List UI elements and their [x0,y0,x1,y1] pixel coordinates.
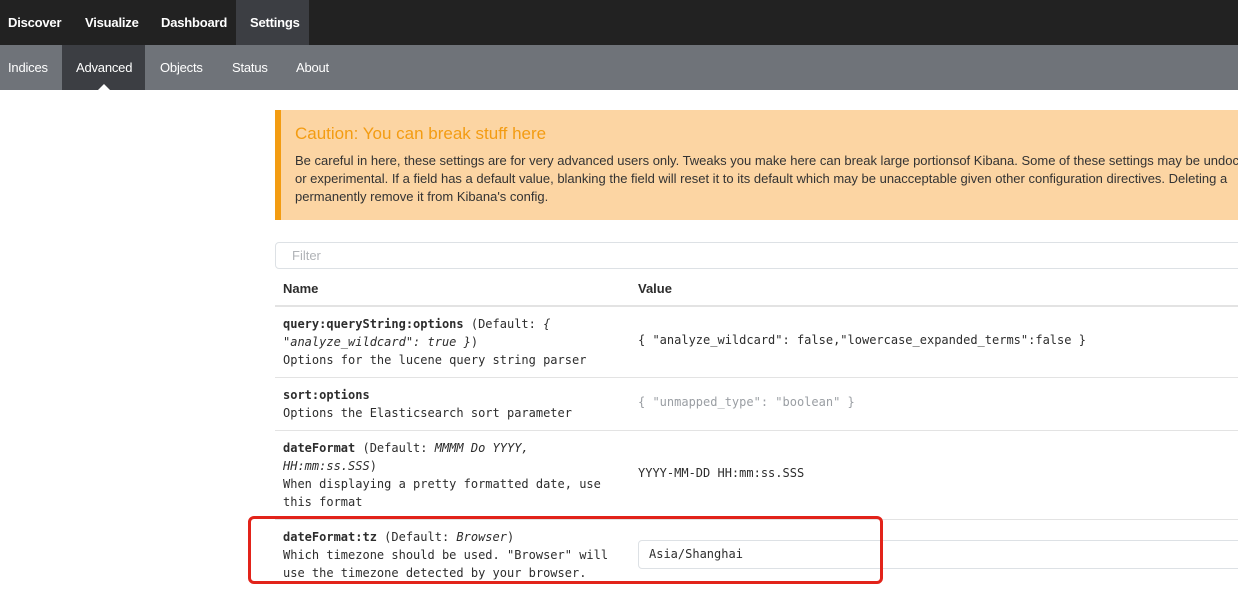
setting-value[interactable]: YYYY-MM-DD HH:mm:ss.SSS [638,466,804,480]
setting-row-sort-options: sort:options Options the Elasticsearch s… [283,386,623,422]
setting-default-suffix: ) [369,459,377,473]
column-header-name: Name [283,281,319,296]
subtab-advanced[interactable]: Advanced [62,45,145,90]
setting-key: query:queryString:options [283,317,464,331]
subtab-about[interactable]: About [288,45,337,90]
tab-visualize[interactable]: Visualize [77,0,147,45]
setting-value[interactable]: { "unmapped_type": "boolean" } [638,395,855,409]
setting-default-suffix: ) [470,335,479,349]
settings-subnav: Indices Advanced Objects Status About [0,45,1238,90]
row-divider [275,430,1238,431]
highlight-box [248,516,883,584]
tab-discover[interactable]: Discover [0,0,69,45]
setting-value[interactable]: { "analyze_wildcard": false,"lowercase_e… [638,333,1086,347]
setting-description: Options for the lucene query string pars… [283,353,587,367]
row-divider [275,377,1238,378]
setting-default-prefix: (Default: [355,441,435,455]
setting-row-dateformat: dateFormat (Default: MMMM Do YYYY, HH:mm… [283,439,613,511]
caution-line: or experimental. If a field has a defaul… [295,171,1228,186]
column-header-value: Value [638,281,672,296]
setting-key: sort:options [283,388,370,402]
header-divider [275,305,1238,307]
setting-description: Options the Elasticsearch sort parameter [283,406,572,420]
setting-description: When displaying a pretty formatted date,… [283,477,601,509]
caution-text: Be careful in here, these settings are f… [295,152,1238,206]
subtab-indices[interactable]: Indices [0,45,56,90]
tab-settings[interactable]: Settings [236,0,309,45]
tab-dashboard[interactable]: Dashboard [153,0,235,45]
top-nav: Discover Visualize Dashboard Settings [0,0,1238,45]
caution-line: Be careful in here, these settings are f… [295,153,1238,168]
filter-input[interactable]: Filter [275,242,1238,269]
caution-alert: Caution: You can break stuff here Be car… [275,110,1238,220]
setting-row-querystring: query:queryString:options (Default: { "a… [283,315,623,369]
subtab-objects[interactable]: Objects [152,45,211,90]
caution-title: Caution: You can break stuff here [295,124,547,143]
setting-key: dateFormat [283,441,356,455]
caution-line: permanently remove it from Kibana's conf… [295,189,549,204]
subtab-status[interactable]: Status [224,45,276,90]
setting-default-prefix: (Default: [463,317,544,331]
